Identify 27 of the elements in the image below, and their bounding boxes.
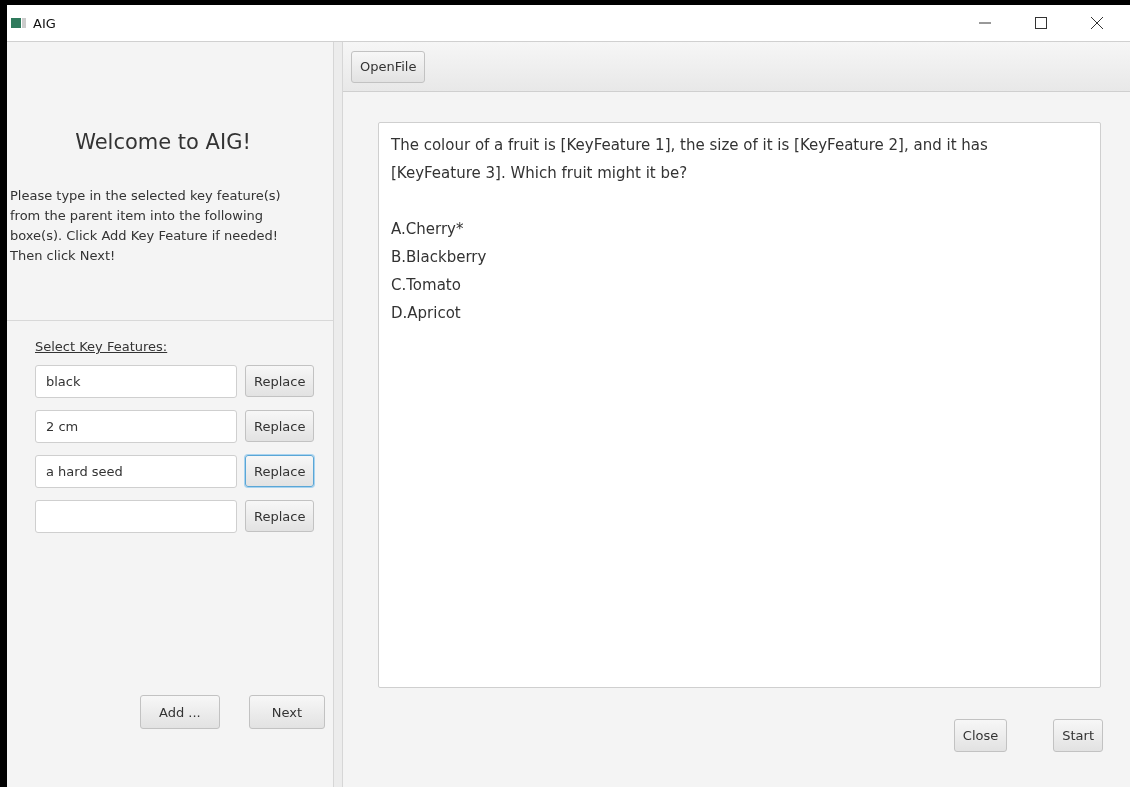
replace-button[interactable]: Replace: [245, 455, 315, 487]
key-feature-field[interactable]: a hard seed: [35, 455, 237, 488]
answer-option: A.Cherry*: [391, 215, 1050, 243]
question-text: The colour of a fruit is [KeyFeature 1], the size of it is [KeyFeature 2], and it has [KeyFeature 3]. Which fruit might it be?: [391, 135, 989, 184]
start-button[interactable]: Start: [1053, 719, 1103, 752]
replace-button[interactable]: Replace: [245, 410, 315, 442]
key-feature-field[interactable]: [35, 500, 237, 533]
instructions-text: Please type in the selected key feature(s) from the parent item into the following boxe(s). Click Add Key Feature if needed! Then click Next!: [10, 187, 282, 265]
window-title: AIG: [33, 15, 57, 31]
next-button[interactable]: Next: [248, 695, 325, 729]
replace-button[interactable]: Replace: [245, 500, 315, 532]
maximize-icon: [1034, 16, 1048, 30]
close-button[interactable]: Close: [953, 719, 1008, 752]
answer-option: D.Apricot: [391, 299, 1050, 327]
open-file-button[interactable]: OpenFile: [351, 50, 426, 83]
close-icon: [1090, 16, 1104, 30]
key-feature-field[interactable]: 2 cm: [35, 410, 237, 443]
answer-option: B.Blackberry: [391, 243, 1050, 271]
welcome-heading: Welcome to AIG!: [74, 130, 252, 154]
add-button[interactable]: Add ...: [140, 695, 220, 729]
answer-option: C.Tomato: [391, 271, 1050, 299]
question-text-area[interactable]: The colour of a fruit is [KeyFeature 1], the size of it is [KeyFeature 2], and it has [KeyFeature 3]. Which fruit might it be? A.Cherry* B.Blackberry C.Tomato D.Apricot: [378, 122, 1101, 688]
key-feature-field[interactable]: black: [35, 365, 237, 398]
replace-button[interactable]: Replace: [245, 365, 315, 397]
splitter-bar[interactable]: [333, 42, 343, 787]
section-label: Select Key Features:: [35, 339, 168, 354]
app-icon: [11, 17, 27, 29]
